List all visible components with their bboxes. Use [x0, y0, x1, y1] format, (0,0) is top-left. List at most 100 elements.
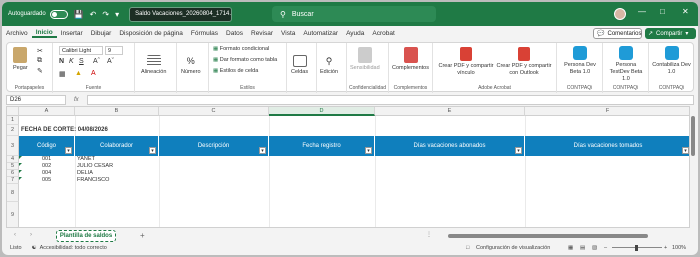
scroll-right-icon[interactable]: › — [30, 232, 32, 238]
table-cell-colaborador[interactable]: YANET — [77, 156, 95, 163]
scrollbar-thumb[interactable] — [691, 116, 695, 156]
page-break-icon[interactable]: ▧ — [592, 245, 597, 251]
column-header-f[interactable]: F — [525, 107, 689, 116]
font-size-select[interactable]: 9 — [105, 46, 123, 55]
cells-button[interactable]: Celdas — [291, 55, 308, 75]
close-icon[interactable]: ✕ — [682, 7, 689, 16]
persona-testdev-button[interactable]: Persona TestDev Beta 1.0 — [606, 46, 646, 83]
pdf-share-link-button[interactable]: Crear PDF y compartir vínculo — [437, 47, 495, 77]
error-indicator-icon[interactable] — [19, 170, 22, 173]
table-cell-colaborador[interactable]: FRANCISCO — [77, 177, 109, 184]
conditional-format-button[interactable]: ▦ Formato condicional — [213, 46, 269, 52]
tab-formulas[interactable]: Fórmulas — [187, 30, 222, 37]
filter-dropdown-icon[interactable]: ▾ — [65, 147, 72, 154]
italic-button[interactable]: K — [69, 58, 74, 65]
column-header-b[interactable]: B — [75, 107, 159, 116]
font-name-select[interactable]: Calibri Light — [59, 46, 103, 55]
tab-insertar[interactable]: Insertar — [57, 30, 87, 37]
zoom-in-icon[interactable]: + — [664, 245, 667, 251]
row-header-9[interactable]: 9 — [7, 202, 19, 227]
tab-disposicion[interactable]: Disposición de página — [115, 30, 187, 37]
table-cell-codigo[interactable]: 002 — [42, 163, 51, 170]
undo-icon[interactable]: ↶ — [90, 10, 97, 19]
persona-beta-button[interactable]: Persona Dev Beta 1.0 — [561, 46, 599, 76]
contabiliza-button[interactable]: Contabiliza Dev 1.0 — [652, 46, 691, 76]
table-header-tomados[interactable]: Días vacaciones tomados ▾ — [525, 136, 689, 156]
row-header-2[interactable]: 2 — [7, 125, 19, 136]
filter-dropdown-icon[interactable]: ▾ — [682, 147, 689, 154]
tab-vista[interactable]: Vista — [277, 30, 299, 37]
normal-view-icon[interactable]: ▦ — [568, 245, 573, 251]
bold-button[interactable]: N — [59, 58, 64, 65]
vertical-scrollbar[interactable] — [690, 106, 696, 228]
column-header-e[interactable]: E — [375, 107, 525, 116]
table-header-fecha[interactable]: Fecha registro ▾ — [269, 136, 375, 156]
tab-inicio[interactable]: Inicio — [31, 29, 57, 38]
scrollbar-thumb[interactable] — [448, 234, 648, 238]
table-cell-codigo[interactable]: 004 — [42, 170, 51, 177]
filter-dropdown-icon[interactable]: ▾ — [149, 147, 156, 154]
column-header-c[interactable]: C — [159, 107, 269, 116]
zoom-slider-thumb[interactable] — [635, 245, 638, 251]
error-indicator-icon[interactable] — [19, 177, 22, 180]
avatar[interactable] — [614, 8, 626, 20]
row-header-4[interactable]: 4 — [7, 156, 19, 163]
tab-dibujar[interactable]: Dibujar — [87, 30, 116, 37]
number-button[interactable]: % Número — [181, 55, 201, 75]
row-header-1[interactable]: 1 — [7, 116, 19, 125]
column-header-d[interactable]: D — [269, 107, 375, 116]
zoom-level[interactable]: 100% — [672, 245, 686, 251]
filter-dropdown-icon[interactable]: ▾ — [365, 147, 372, 154]
alignment-button[interactable]: Alineación — [141, 55, 166, 75]
maximize-icon[interactable]: □ — [660, 7, 665, 16]
share-button[interactable]: ↗ Compartir ▾ — [645, 28, 696, 39]
borders-icon[interactable]: ▦ — [59, 70, 66, 78]
tab-acrobat[interactable]: Acrobat — [368, 30, 398, 37]
paste-button[interactable]: Pegar — [13, 47, 28, 71]
tab-datos[interactable]: Datos — [222, 30, 247, 37]
row-header-8[interactable]: 8 — [7, 184, 19, 202]
table-header-abonados[interactable]: Días vacaciones abonados ▾ — [375, 136, 525, 156]
autosave-toggle[interactable] — [49, 9, 68, 19]
select-all-corner[interactable] — [7, 107, 19, 116]
table-header-codigo[interactable]: Código ▾ — [19, 136, 75, 156]
table-cell-colaborador[interactable]: JULIO CESAR — [77, 163, 113, 170]
tab-automatizar[interactable]: Automatizar — [299, 30, 342, 37]
column-header-a[interactable]: A — [19, 107, 75, 116]
table-cell-colaborador[interactable]: DELIA — [77, 170, 93, 177]
format-painter-icon[interactable]: ✎ — [37, 67, 43, 75]
font-grow-icon[interactable]: Aˆ — [93, 58, 100, 65]
fill-color-icon[interactable]: ▲ — [75, 70, 82, 77]
minimize-icon[interactable]: — — [638, 7, 646, 16]
error-indicator-icon[interactable] — [19, 156, 22, 159]
zoom-out-icon[interactable]: – — [604, 245, 607, 251]
formula-input[interactable] — [86, 94, 694, 105]
table-header-colaborador[interactable]: Colaborador ▾ — [75, 136, 159, 156]
name-box[interactable]: D26 — [6, 94, 66, 105]
tab-ayuda[interactable]: Ayuda — [342, 30, 368, 37]
search-box[interactable]: ⚲ Buscar — [272, 6, 436, 22]
worksheet-grid[interactable]: A B C D E F 1 2 3 4 5 6 7 8 9 FECHA DE C… — [6, 106, 690, 228]
add-sheet-icon[interactable]: + — [140, 231, 145, 240]
table-format-button[interactable]: ▦ Dar formato como tabla — [213, 57, 277, 63]
row-header-6[interactable]: 6 — [7, 170, 19, 177]
row-header-7[interactable]: 7 — [7, 177, 19, 184]
underline-button[interactable]: S — [79, 58, 84, 65]
cut-icon[interactable]: ✂ — [37, 47, 43, 55]
table-cell-codigo[interactable]: 005 — [42, 177, 51, 184]
table-header-descripcion[interactable]: Descripción ▾ — [159, 136, 269, 156]
scroll-left-icon[interactable]: ‹ — [14, 232, 16, 238]
table-cell-codigo[interactable]: 001 — [42, 156, 51, 163]
font-color-icon[interactable]: A — [91, 70, 96, 77]
customize-toolbar-icon[interactable]: ▾ — [115, 10, 119, 19]
error-indicator-icon[interactable] — [19, 163, 22, 166]
comments-button[interactable]: 💬 Comentarios — [593, 28, 642, 39]
row-header-3[interactable]: 3 — [7, 136, 19, 156]
filter-dropdown-icon[interactable]: ▾ — [259, 147, 266, 154]
row-header-5[interactable]: 5 — [7, 163, 19, 170]
tab-archivo[interactable]: Archivo — [2, 30, 32, 37]
accessibility-status[interactable]: Accesibilidad: todo correcto — [40, 245, 107, 251]
sensitivity-button[interactable]: Sensibilidad — [350, 47, 380, 71]
display-settings[interactable]: Configuración de visualización — [476, 245, 550, 251]
horizontal-scrollbar[interactable] — [440, 233, 692, 239]
